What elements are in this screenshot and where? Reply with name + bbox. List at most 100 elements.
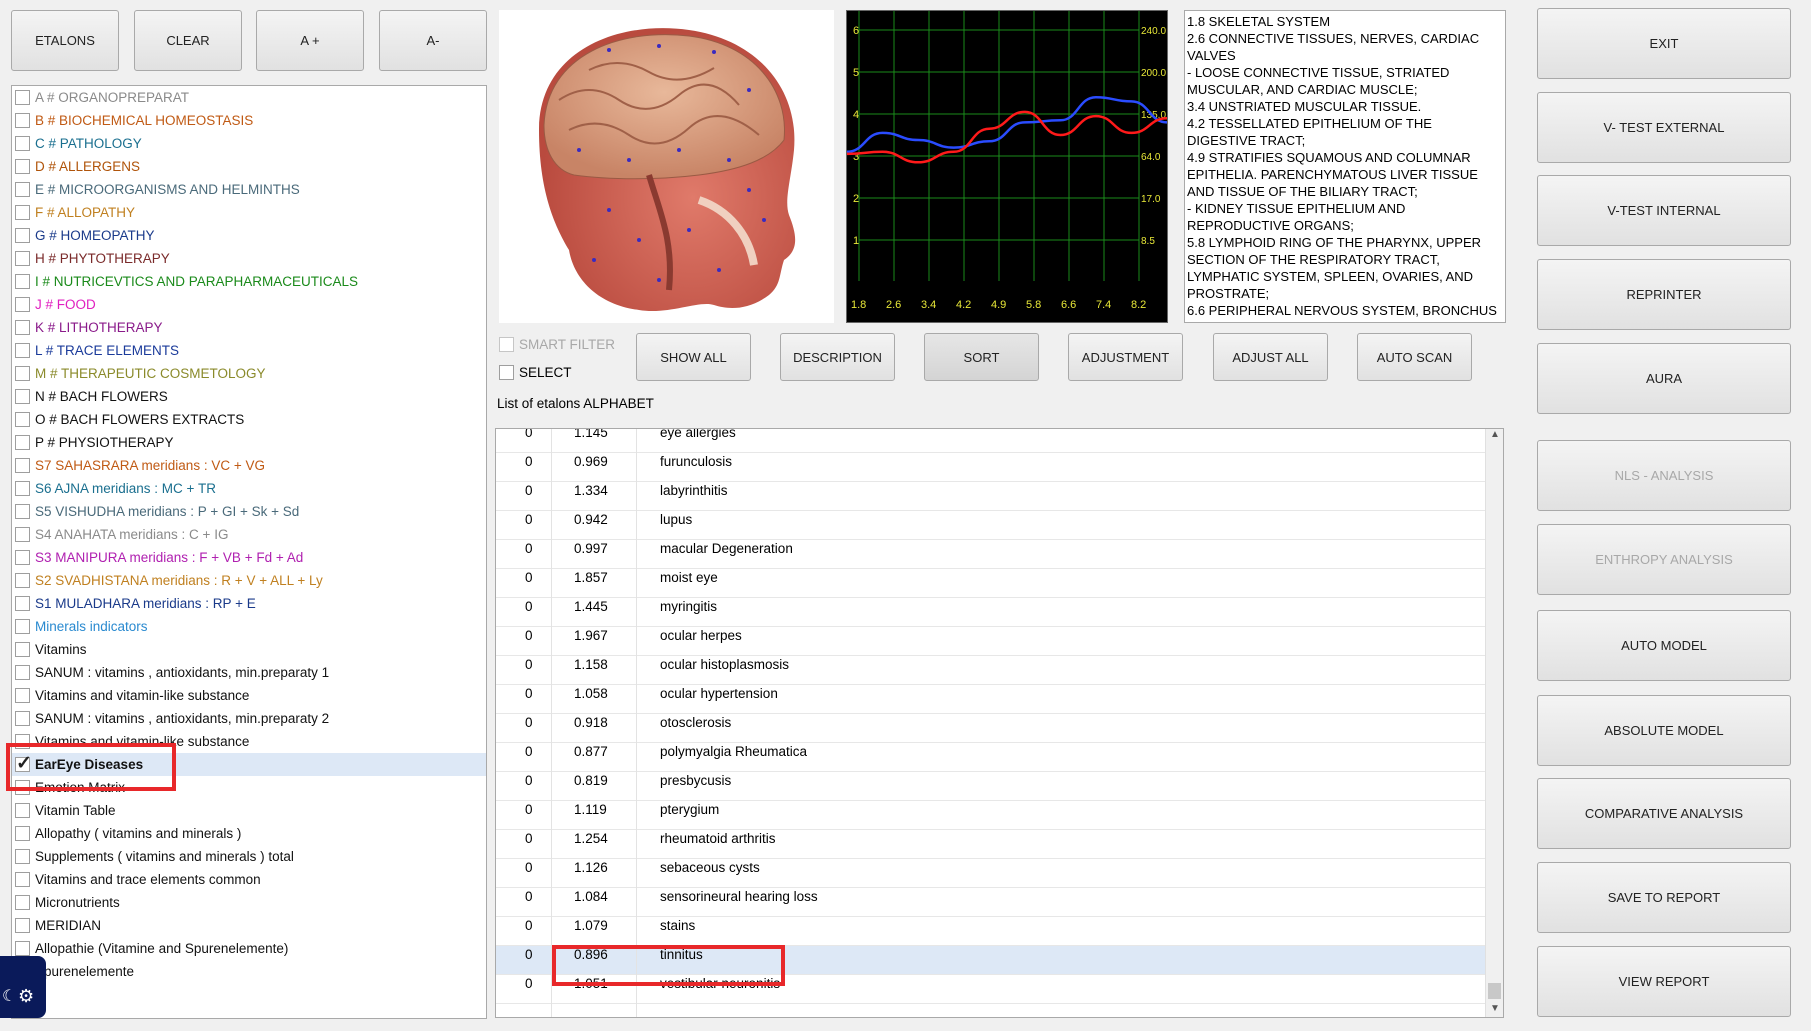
category-checkbox[interactable] xyxy=(15,412,30,427)
category-item[interactable]: Spurenelemente xyxy=(12,960,486,983)
category-checkbox[interactable] xyxy=(15,90,30,105)
settings-widget[interactable]: ⚙ ☾ xyxy=(0,956,46,1018)
category-item[interactable]: O # BACH FLOWERS EXTRACTS xyxy=(12,408,486,431)
smart-filter-box[interactable] xyxy=(499,337,514,352)
table-row[interactable]: 0 0.969 furunculosis xyxy=(496,453,1486,482)
comparative-analysis-button[interactable]: COMPARATIVE ANALYSIS xyxy=(1537,778,1791,849)
table-row[interactable]: 0 1.334 labyrinthitis xyxy=(496,482,1486,511)
category-item[interactable]: S4 ANAHATA meridians : C + IG xyxy=(12,523,486,546)
table-scrollbar[interactable]: ▲ ▼ xyxy=(1485,429,1503,1017)
category-item[interactable]: Allopathy ( vitamins and minerals ) xyxy=(12,822,486,845)
category-item[interactable]: K # LITHOTHERAPY xyxy=(12,316,486,339)
etalon-table[interactable]: 0 1.051 vestibular neuronitis 0 0.896 tinnitu… xyxy=(495,428,1504,1018)
auto-model-button[interactable]: AUTO MODEL xyxy=(1537,610,1791,681)
category-checkbox[interactable] xyxy=(15,550,30,565)
show-all-button[interactable]: SHOW ALL xyxy=(636,333,751,381)
category-checkbox[interactable] xyxy=(15,849,30,864)
description-button[interactable]: DESCRIPTION xyxy=(780,333,895,381)
category-checkbox[interactable] xyxy=(15,297,30,312)
category-checkbox[interactable] xyxy=(15,596,30,611)
absolute-model-button[interactable]: ABSOLUTE MODEL xyxy=(1537,695,1791,766)
v-test-external-button[interactable]: V- TEST EXTERNAL xyxy=(1537,92,1791,163)
view-report-button[interactable]: VIEW REPORT xyxy=(1537,946,1791,1017)
table-row[interactable]: 0 0.942 lupus xyxy=(496,511,1486,540)
category-item[interactable]: S1 MULADHARA meridians : RP + E xyxy=(12,592,486,615)
category-checkbox[interactable] xyxy=(15,251,30,266)
category-item[interactable]: Micronutrients xyxy=(12,891,486,914)
sort-button[interactable]: SORT xyxy=(924,333,1039,381)
clear-button[interactable]: CLEAR xyxy=(134,10,242,71)
table-row[interactable]: 0 1.445 myringitis xyxy=(496,598,1486,627)
adjust-all-button[interactable]: ADJUST ALL xyxy=(1213,333,1328,381)
a-plus-button[interactable]: A + xyxy=(256,10,364,71)
category-checkbox[interactable] xyxy=(15,458,30,473)
category-item[interactable]: S7 SAHASRARA meridians : VC + VG xyxy=(12,454,486,477)
category-item[interactable]: S3 MANIPURA meridians : F + VB + Fd + Ad xyxy=(12,546,486,569)
category-item[interactable]: S2 SVADHISTANA meridians : R + V + ALL +… xyxy=(12,569,486,592)
category-checkbox[interactable] xyxy=(15,182,30,197)
table-row[interactable]: 0 1.058 ocular hypertension xyxy=(496,685,1486,714)
category-list[interactable]: A # ORGANOPREPARAT B # BIOCHEMICAL HOMEOS… xyxy=(11,85,487,1019)
category-item[interactable]: S5 VISHUDHA meridians : P + GI + Sk + Sd xyxy=(12,500,486,523)
category-item[interactable]: H # PHYTOTHERAPY xyxy=(12,247,486,270)
category-item[interactable]: Vitamins and vitamin-like substance xyxy=(12,684,486,707)
category-checkbox[interactable] xyxy=(15,481,30,496)
category-checkbox[interactable] xyxy=(15,642,30,657)
category-checkbox[interactable] xyxy=(15,895,30,910)
table-row[interactable]: 0 1.967 ocular herpes xyxy=(496,627,1486,656)
category-item[interactable]: N # BACH FLOWERS xyxy=(12,385,486,408)
a-minus-button[interactable]: A- xyxy=(379,10,487,71)
table-row[interactable]: 0 1.158 ocular histoplasmosis xyxy=(496,656,1486,685)
category-item[interactable]: Minerals indicators xyxy=(12,615,486,638)
adjustment-button[interactable]: ADJUSTMENT xyxy=(1068,333,1183,381)
category-item[interactable]: SANUM : vitamins , antioxidants, min.pre… xyxy=(12,707,486,730)
category-checkbox[interactable] xyxy=(15,205,30,220)
category-item[interactable]: Vitamins xyxy=(12,638,486,661)
category-checkbox[interactable] xyxy=(15,826,30,841)
category-checkbox[interactable] xyxy=(15,228,30,243)
category-checkbox[interactable] xyxy=(15,320,30,335)
category-checkbox[interactable] xyxy=(15,688,30,703)
category-checkbox[interactable] xyxy=(15,435,30,450)
auto-scan-button[interactable]: AUTO SCAN xyxy=(1357,333,1472,381)
scroll-up-icon[interactable]: ▲ xyxy=(1490,429,1500,440)
category-item[interactable]: J # FOOD xyxy=(12,293,486,316)
category-checkbox[interactable] xyxy=(15,136,30,151)
aura-button[interactable]: AURA xyxy=(1537,343,1791,414)
category-item[interactable]: I # NUTRICEVTICS AND PARAPHARMACEUTICALS xyxy=(12,270,486,293)
category-item[interactable]: G # HOMEOPATHY xyxy=(12,224,486,247)
table-row[interactable]: 0 0.918 otosclerosis xyxy=(496,714,1486,743)
category-checkbox[interactable] xyxy=(15,573,30,588)
category-checkbox[interactable] xyxy=(15,803,30,818)
category-item[interactable]: A # ORGANOPREPARAT xyxy=(12,86,486,109)
save-to-report-button[interactable]: SAVE TO REPORT xyxy=(1537,862,1791,933)
category-checkbox[interactable] xyxy=(15,343,30,358)
table-row[interactable]: 0 0.877 polymyalgia Rheumatica xyxy=(496,743,1486,772)
category-checkbox[interactable] xyxy=(15,274,30,289)
category-checkbox[interactable] xyxy=(15,918,30,933)
category-item[interactable]: P # PHYSIOTHERAPY xyxy=(12,431,486,454)
table-row[interactable]: 0 1.145 eye allergies xyxy=(496,429,1486,453)
category-item[interactable]: E # MICROORGANISMS AND HELMINTHS xyxy=(12,178,486,201)
table-row[interactable]: 0 1.857 moist eye xyxy=(496,569,1486,598)
table-row[interactable]: 0 1.079 stains xyxy=(496,917,1486,946)
reprinter-button[interactable]: REPRINTER xyxy=(1537,259,1791,330)
table-row[interactable]: 0 1.126 sebaceous cysts xyxy=(496,859,1486,888)
category-checkbox[interactable] xyxy=(15,389,30,404)
category-checkbox[interactable] xyxy=(15,941,30,956)
nls-analysis-button[interactable]: NLS - ANALYSIS xyxy=(1537,440,1791,511)
category-item[interactable]: F # ALLOPATHY xyxy=(12,201,486,224)
category-item[interactable]: MERIDIAN xyxy=(12,914,486,937)
category-checkbox[interactable] xyxy=(15,711,30,726)
category-checkbox[interactable] xyxy=(15,872,30,887)
table-row[interactable]: 0 0.819 presbycusis xyxy=(496,772,1486,801)
category-checkbox[interactable] xyxy=(15,113,30,128)
category-item[interactable]: Allopathie (Vitamine and Spurenelemente) xyxy=(12,937,486,960)
table-row[interactable]: 0 1.254 rheumatoid arthritis xyxy=(496,830,1486,859)
category-checkbox[interactable] xyxy=(15,159,30,174)
smart-filter-checkbox[interactable]: SMART FILTER xyxy=(499,337,615,352)
v-test-internal-button[interactable]: V-TEST INTERNAL xyxy=(1537,175,1791,246)
select-checkbox[interactable]: SELECT xyxy=(499,365,572,380)
table-row[interactable]: 0 1.084 sensorineural hearing loss xyxy=(496,888,1486,917)
category-item[interactable]: C # PATHOLOGY xyxy=(12,132,486,155)
